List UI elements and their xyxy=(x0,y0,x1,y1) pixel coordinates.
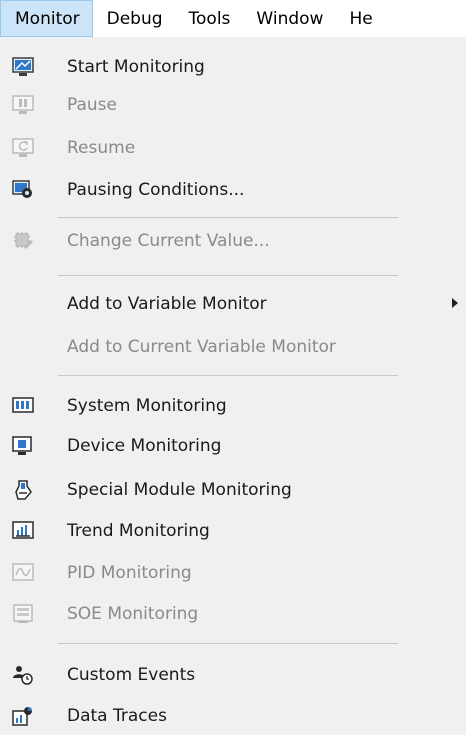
menu-item-label: Custom Events xyxy=(67,665,196,685)
custom-events-icon xyxy=(12,665,34,685)
submenu-arrow-icon xyxy=(452,298,458,308)
menu-item-add-to-variable-monitor[interactable]: Add to Variable Monitor xyxy=(0,285,466,323)
menu-item-label: Add to Current Variable Monitor xyxy=(67,337,336,357)
menu-item-pausing-conditions[interactable]: Pausing Conditions... xyxy=(0,171,466,209)
menu-item-label: Device Monitoring xyxy=(67,436,222,456)
system-monitoring-icon xyxy=(12,396,34,416)
menu-item-label: Start Monitoring xyxy=(67,57,205,77)
menu-separator xyxy=(58,275,398,276)
data-traces-icon xyxy=(12,706,34,726)
soe-monitoring-icon xyxy=(12,604,34,624)
menubar-item-monitor[interactable]: Monitor xyxy=(0,0,93,37)
menu-item-data-traces[interactable]: Data Traces xyxy=(0,697,466,735)
menu-item-label: Resume xyxy=(67,138,136,158)
menu-item-label: Trend Monitoring xyxy=(67,521,210,541)
menubar-item-window[interactable]: Window xyxy=(242,0,335,37)
menubar-item-tools[interactable]: Tools xyxy=(175,0,243,37)
menu-item-add-to-current-variable-monitor[interactable]: Add to Current Variable Monitor xyxy=(0,328,466,366)
menu-item-label: Pausing Conditions... xyxy=(67,180,245,200)
menu-item-special-module-monitoring[interactable]: Special Module Monitoring xyxy=(0,471,466,509)
menu-item-label: Change Current Value... xyxy=(67,231,270,251)
menu-item-pause[interactable]: Pause xyxy=(0,86,466,124)
menu-item-start-monitoring[interactable]: Start Monitoring xyxy=(0,48,466,86)
menu-item-soe-monitoring[interactable]: SOE Monitoring xyxy=(0,595,466,633)
menu-item-device-monitoring[interactable]: Device Monitoring xyxy=(0,427,466,465)
start-monitoring-icon xyxy=(12,57,34,77)
menu-bar: Monitor Debug Tools Window He xyxy=(0,0,466,37)
menu-separator xyxy=(58,375,398,376)
menu-item-label: Special Module Monitoring xyxy=(67,480,292,500)
menubar-item-help[interactable]: He xyxy=(335,0,384,37)
menu-separator xyxy=(58,643,398,644)
menu-item-trend-monitoring[interactable]: Trend Monitoring xyxy=(0,512,466,550)
resume-icon xyxy=(12,138,34,158)
menu-item-label: PID Monitoring xyxy=(67,563,192,583)
pausing-conditions-icon xyxy=(12,180,34,200)
menu-item-label: Add to Variable Monitor xyxy=(67,294,267,314)
device-monitoring-icon xyxy=(12,436,34,456)
menu-item-system-monitoring[interactable]: System Monitoring xyxy=(0,387,466,425)
menu-separator xyxy=(58,217,398,218)
menu-item-pid-monitoring[interactable]: PID Monitoring xyxy=(0,554,466,592)
pid-monitoring-icon xyxy=(12,563,34,583)
menu-item-resume[interactable]: Resume xyxy=(0,129,466,167)
menu-item-change-current-value[interactable]: Change Current Value... xyxy=(0,222,466,260)
special-module-icon xyxy=(12,480,34,500)
change-value-icon xyxy=(12,231,34,251)
menu-item-label: SOE Monitoring xyxy=(67,604,199,624)
menu-item-label: Pause xyxy=(67,95,117,115)
trend-monitoring-icon xyxy=(12,521,34,541)
menubar-item-debug[interactable]: Debug xyxy=(93,0,175,37)
monitor-dropdown-menu: Start Monitoring Pause Resume Pausing Co… xyxy=(0,37,466,731)
menu-item-label: System Monitoring xyxy=(67,396,227,416)
menu-item-custom-events[interactable]: Custom Events xyxy=(0,656,466,694)
pause-icon xyxy=(12,95,34,115)
menu-item-label: Data Traces xyxy=(67,706,167,726)
